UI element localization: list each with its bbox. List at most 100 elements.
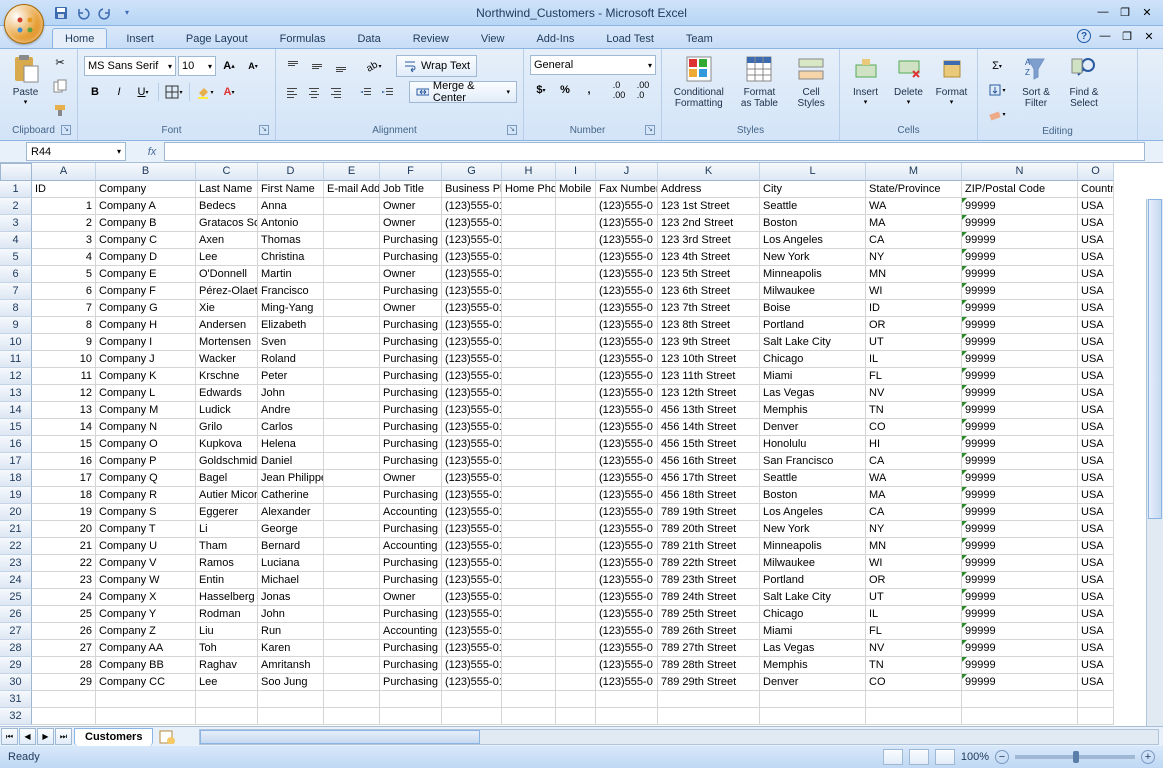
cell[interactable]: (123)555-0 — [596, 249, 658, 266]
cell[interactable] — [556, 521, 596, 538]
cell[interactable]: (123)555-0 — [596, 504, 658, 521]
row-header[interactable]: 28 — [0, 640, 32, 657]
cell[interactable]: 99999 — [962, 351, 1078, 368]
ribbon-restore-button[interactable]: ❐ — [1119, 28, 1135, 44]
cell[interactable]: USA — [1078, 623, 1114, 640]
cell[interactable] — [32, 691, 96, 708]
row-header[interactable]: 1 — [0, 181, 32, 198]
cell[interactable]: Daniel — [258, 453, 324, 470]
cell[interactable] — [556, 674, 596, 691]
cell[interactable]: Memphis — [760, 402, 866, 419]
cell[interactable]: 123 10th Street — [658, 351, 760, 368]
cell[interactable]: Andersen — [196, 317, 258, 334]
cell[interactable]: 123 8th Street — [658, 317, 760, 334]
cell[interactable] — [196, 708, 258, 725]
cell[interactable]: USA — [1078, 572, 1114, 589]
cell[interactable] — [502, 572, 556, 589]
cell[interactable] — [502, 368, 556, 385]
cell[interactable]: (123)555-0100 — [442, 674, 502, 691]
cell[interactable]: USA — [1078, 504, 1114, 521]
cell[interactable]: USA — [1078, 198, 1114, 215]
cell[interactable]: 7 — [32, 300, 96, 317]
cell[interactable]: (123)555-0100 — [442, 521, 502, 538]
cell[interactable] — [556, 317, 596, 334]
cell[interactable]: Alexander — [258, 504, 324, 521]
col-header-J[interactable]: J — [596, 163, 658, 181]
cell[interactable]: 99999 — [962, 249, 1078, 266]
cell[interactable]: Soo Jung — [258, 674, 324, 691]
row-header[interactable]: 32 — [0, 708, 32, 725]
cell[interactable] — [502, 249, 556, 266]
cell[interactable]: Lee — [196, 674, 258, 691]
conditional-formatting-button[interactable]: Conditional Formatting — [668, 51, 730, 109]
cell[interactable]: Bernard — [258, 538, 324, 555]
cell[interactable]: FL — [866, 368, 962, 385]
cell[interactable]: (123)555-0 — [596, 317, 658, 334]
format-as-table-button[interactable]: Format as Table — [734, 51, 786, 109]
cell[interactable] — [502, 402, 556, 419]
cell[interactable]: (123)555-0 — [596, 453, 658, 470]
cell[interactable]: CA — [866, 232, 962, 249]
tab-team[interactable]: Team — [673, 28, 726, 48]
cell[interactable]: 789 29th Street — [658, 674, 760, 691]
cell[interactable]: (123)555-0 — [596, 232, 658, 249]
zoom-level[interactable]: 100% — [961, 751, 989, 763]
cell[interactable]: (123)555-0 — [596, 334, 658, 351]
cell[interactable]: FL — [866, 623, 962, 640]
cell[interactable]: ID — [866, 300, 962, 317]
cell[interactable]: Thomas — [258, 232, 324, 249]
cell[interactable]: Carlos — [258, 419, 324, 436]
cell[interactable]: 99999 — [962, 572, 1078, 589]
cell[interactable]: WI — [866, 555, 962, 572]
ribbon-close-button[interactable]: ✕ — [1141, 28, 1157, 44]
font-size-combo[interactable]: 10▾ — [178, 56, 216, 76]
cell[interactable] — [866, 691, 962, 708]
cell[interactable] — [556, 198, 596, 215]
cell[interactable]: Denver — [760, 674, 866, 691]
align-top-icon[interactable] — [282, 55, 304, 77]
cell[interactable] — [502, 334, 556, 351]
cell[interactable] — [442, 708, 502, 725]
cell[interactable]: 123 4th Street — [658, 249, 760, 266]
cell[interactable]: (123)555-0100 — [442, 232, 502, 249]
cell[interactable] — [502, 232, 556, 249]
cell[interactable]: Mobile Phone — [556, 181, 596, 198]
cell[interactable]: NV — [866, 385, 962, 402]
col-header-L[interactable]: L — [760, 163, 866, 181]
cell[interactable]: 11 — [32, 368, 96, 385]
cell[interactable] — [556, 555, 596, 572]
cell[interactable]: Jonas — [258, 589, 324, 606]
cell[interactable]: (123)555-0 — [596, 623, 658, 640]
row-header[interactable]: 23 — [0, 555, 32, 572]
cell[interactable]: Company N — [96, 419, 196, 436]
cell[interactable]: Milwaukee — [760, 555, 866, 572]
cell[interactable]: (123)555-0 — [596, 589, 658, 606]
cell[interactable]: Roland — [258, 351, 324, 368]
cell[interactable]: 99999 — [962, 215, 1078, 232]
cell[interactable] — [324, 691, 380, 708]
row-header[interactable]: 12 — [0, 368, 32, 385]
cell[interactable] — [556, 487, 596, 504]
cell[interactable] — [324, 453, 380, 470]
cell[interactable]: 2 — [32, 215, 96, 232]
cell[interactable] — [556, 538, 596, 555]
cell[interactable]: (123)555-0100 — [442, 215, 502, 232]
cell[interactable] — [658, 691, 760, 708]
cell[interactable]: Company Q — [96, 470, 196, 487]
cell[interactable]: USA — [1078, 215, 1114, 232]
cell[interactable]: First Name — [258, 181, 324, 198]
cell[interactable]: USA — [1078, 334, 1114, 351]
cell[interactable]: 99999 — [962, 504, 1078, 521]
cell[interactable]: USA — [1078, 453, 1114, 470]
cell[interactable]: Mortensen — [196, 334, 258, 351]
tab-page-layout[interactable]: Page Layout — [173, 28, 261, 48]
decrease-font-icon[interactable]: A▾ — [242, 55, 264, 77]
minimize-button[interactable]: — — [1093, 4, 1113, 20]
cell[interactable]: (123)555-0 — [596, 402, 658, 419]
cell[interactable] — [866, 708, 962, 725]
tab-home[interactable]: Home — [52, 28, 107, 48]
cell[interactable]: John — [258, 385, 324, 402]
normal-view-button[interactable] — [883, 749, 903, 765]
col-header-D[interactable]: D — [258, 163, 324, 181]
cell[interactable]: New York — [760, 249, 866, 266]
